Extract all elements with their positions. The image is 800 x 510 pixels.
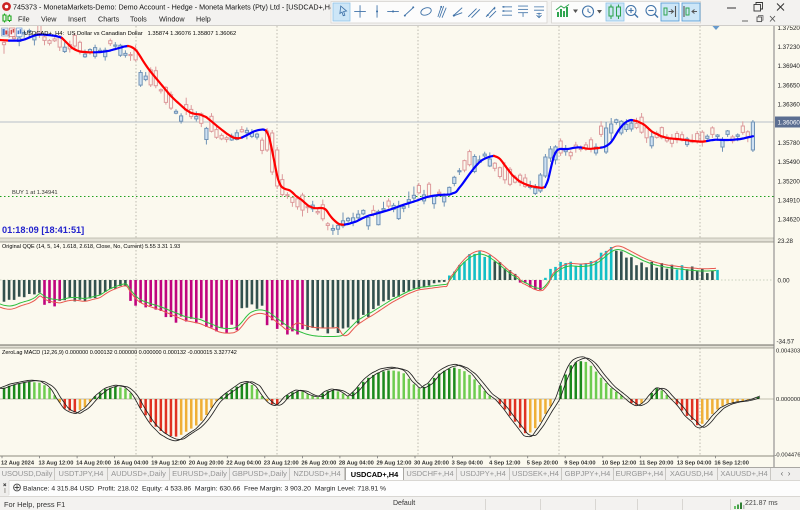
svg-text:Insert: Insert (68, 15, 86, 24)
svg-text:Original QQE (14, 5, 14, 1.618: Original QQE (14, 5, 14, 1.618, 2.618, C… (2, 244, 180, 250)
svg-text:13 Sep 04:00: 13 Sep 04:00 (677, 461, 711, 467)
svg-text:01:18:09 [18:41:51]: 01:18:09 [18:41:51] (2, 225, 84, 235)
svg-text:11 Sep 20:00: 11 Sep 20:00 (639, 461, 673, 467)
svg-text:ZeroLag MACD (12,26,9) 0.00000: ZeroLag MACD (12,26,9) 0.000000 0.000132… (2, 350, 237, 356)
svg-text:22 Aug 04:00: 22 Aug 04:00 (226, 461, 261, 467)
svg-text:16 Aug 04:00: 16 Aug 04:00 (114, 461, 149, 467)
svg-text:26 Aug 20:00: 26 Aug 20:00 (301, 461, 336, 467)
svg-text:1.37520: 1.37520 (778, 26, 800, 32)
svg-text:5 Sep 20:00: 5 Sep 20:00 (527, 461, 558, 467)
svg-text:BUY 1 at 1.34941: BUY 1 at 1.34941 (12, 190, 58, 196)
svg-text:1.35200: 1.35200 (778, 178, 800, 185)
svg-text:4 Sep 12:00: 4 Sep 12:00 (489, 461, 520, 467)
svg-text:1.36940: 1.36940 (778, 63, 800, 70)
svg-text:-34.57: -34.57 (777, 339, 795, 346)
svg-text:0.00: 0.00 (778, 277, 791, 284)
svg-text:3 Sep 04:00: 3 Sep 04:00 (452, 461, 483, 467)
svg-text:12 Aug 2024: 12 Aug 2024 (1, 461, 35, 467)
svg-text:Help: Help (196, 15, 211, 24)
svg-text:Tools: Tools (130, 15, 147, 24)
svg-text:0.000000: 0.000000 (776, 397, 800, 403)
svg-text:14 Aug 20:00: 14 Aug 20:00 (76, 461, 111, 467)
svg-text:28 Aug 04:00: 28 Aug 04:00 (339, 461, 374, 467)
svg-text:745373 - MonetaMarkets-Demo: D: 745373 - MonetaMarkets-Demo: Demo Accoun… (13, 3, 336, 12)
svg-text:Balance: 4 315.84 USD Profit:: Balance: 4 315.84 USD Profit: 218.02 Equ… (23, 485, 386, 492)
svg-text:16 Sep 12:00: 16 Sep 12:00 (714, 461, 748, 467)
svg-text:File: File (18, 15, 30, 24)
svg-text:0.004303: 0.004303 (776, 349, 800, 355)
svg-text:13 Aug 12:00: 13 Aug 12:00 (39, 461, 74, 467)
svg-text:29 Aug 12:00: 29 Aug 12:00 (377, 461, 412, 467)
svg-text:30 Aug 20:00: 30 Aug 20:00 (414, 461, 449, 467)
svg-text:1.34910: 1.34910 (778, 197, 800, 204)
svg-text:Window: Window (159, 15, 185, 24)
svg-text:1.35780: 1.35780 (778, 140, 800, 147)
svg-text:1.35490: 1.35490 (778, 159, 800, 166)
svg-text:USDCAD+, H4: US Dollar vs Can: USDCAD+, H4: US Dollar vs Canadian Dolla… (24, 31, 236, 37)
svg-text:Charts: Charts (98, 15, 120, 24)
svg-text:1.36060: 1.36060 (778, 119, 800, 126)
svg-text:1.37230: 1.37230 (778, 44, 800, 51)
svg-text:View: View (41, 15, 57, 24)
svg-text:9 Sep 04:00: 9 Sep 04:00 (564, 461, 595, 467)
svg-text:10 Sep 12:00: 10 Sep 12:00 (602, 461, 636, 467)
svg-text:1.34620: 1.34620 (778, 217, 800, 224)
svg-text:-0.004476: -0.004476 (775, 453, 800, 459)
svg-text:20 Aug 20:00: 20 Aug 20:00 (189, 461, 224, 467)
svg-text:19 Aug 12:00: 19 Aug 12:00 (151, 461, 186, 467)
svg-text:1.36360: 1.36360 (778, 102, 800, 109)
svg-text:23 Aug 12:00: 23 Aug 12:00 (264, 461, 299, 467)
svg-text:1.36650: 1.36650 (778, 82, 800, 89)
svg-text:23.28: 23.28 (778, 238, 794, 245)
